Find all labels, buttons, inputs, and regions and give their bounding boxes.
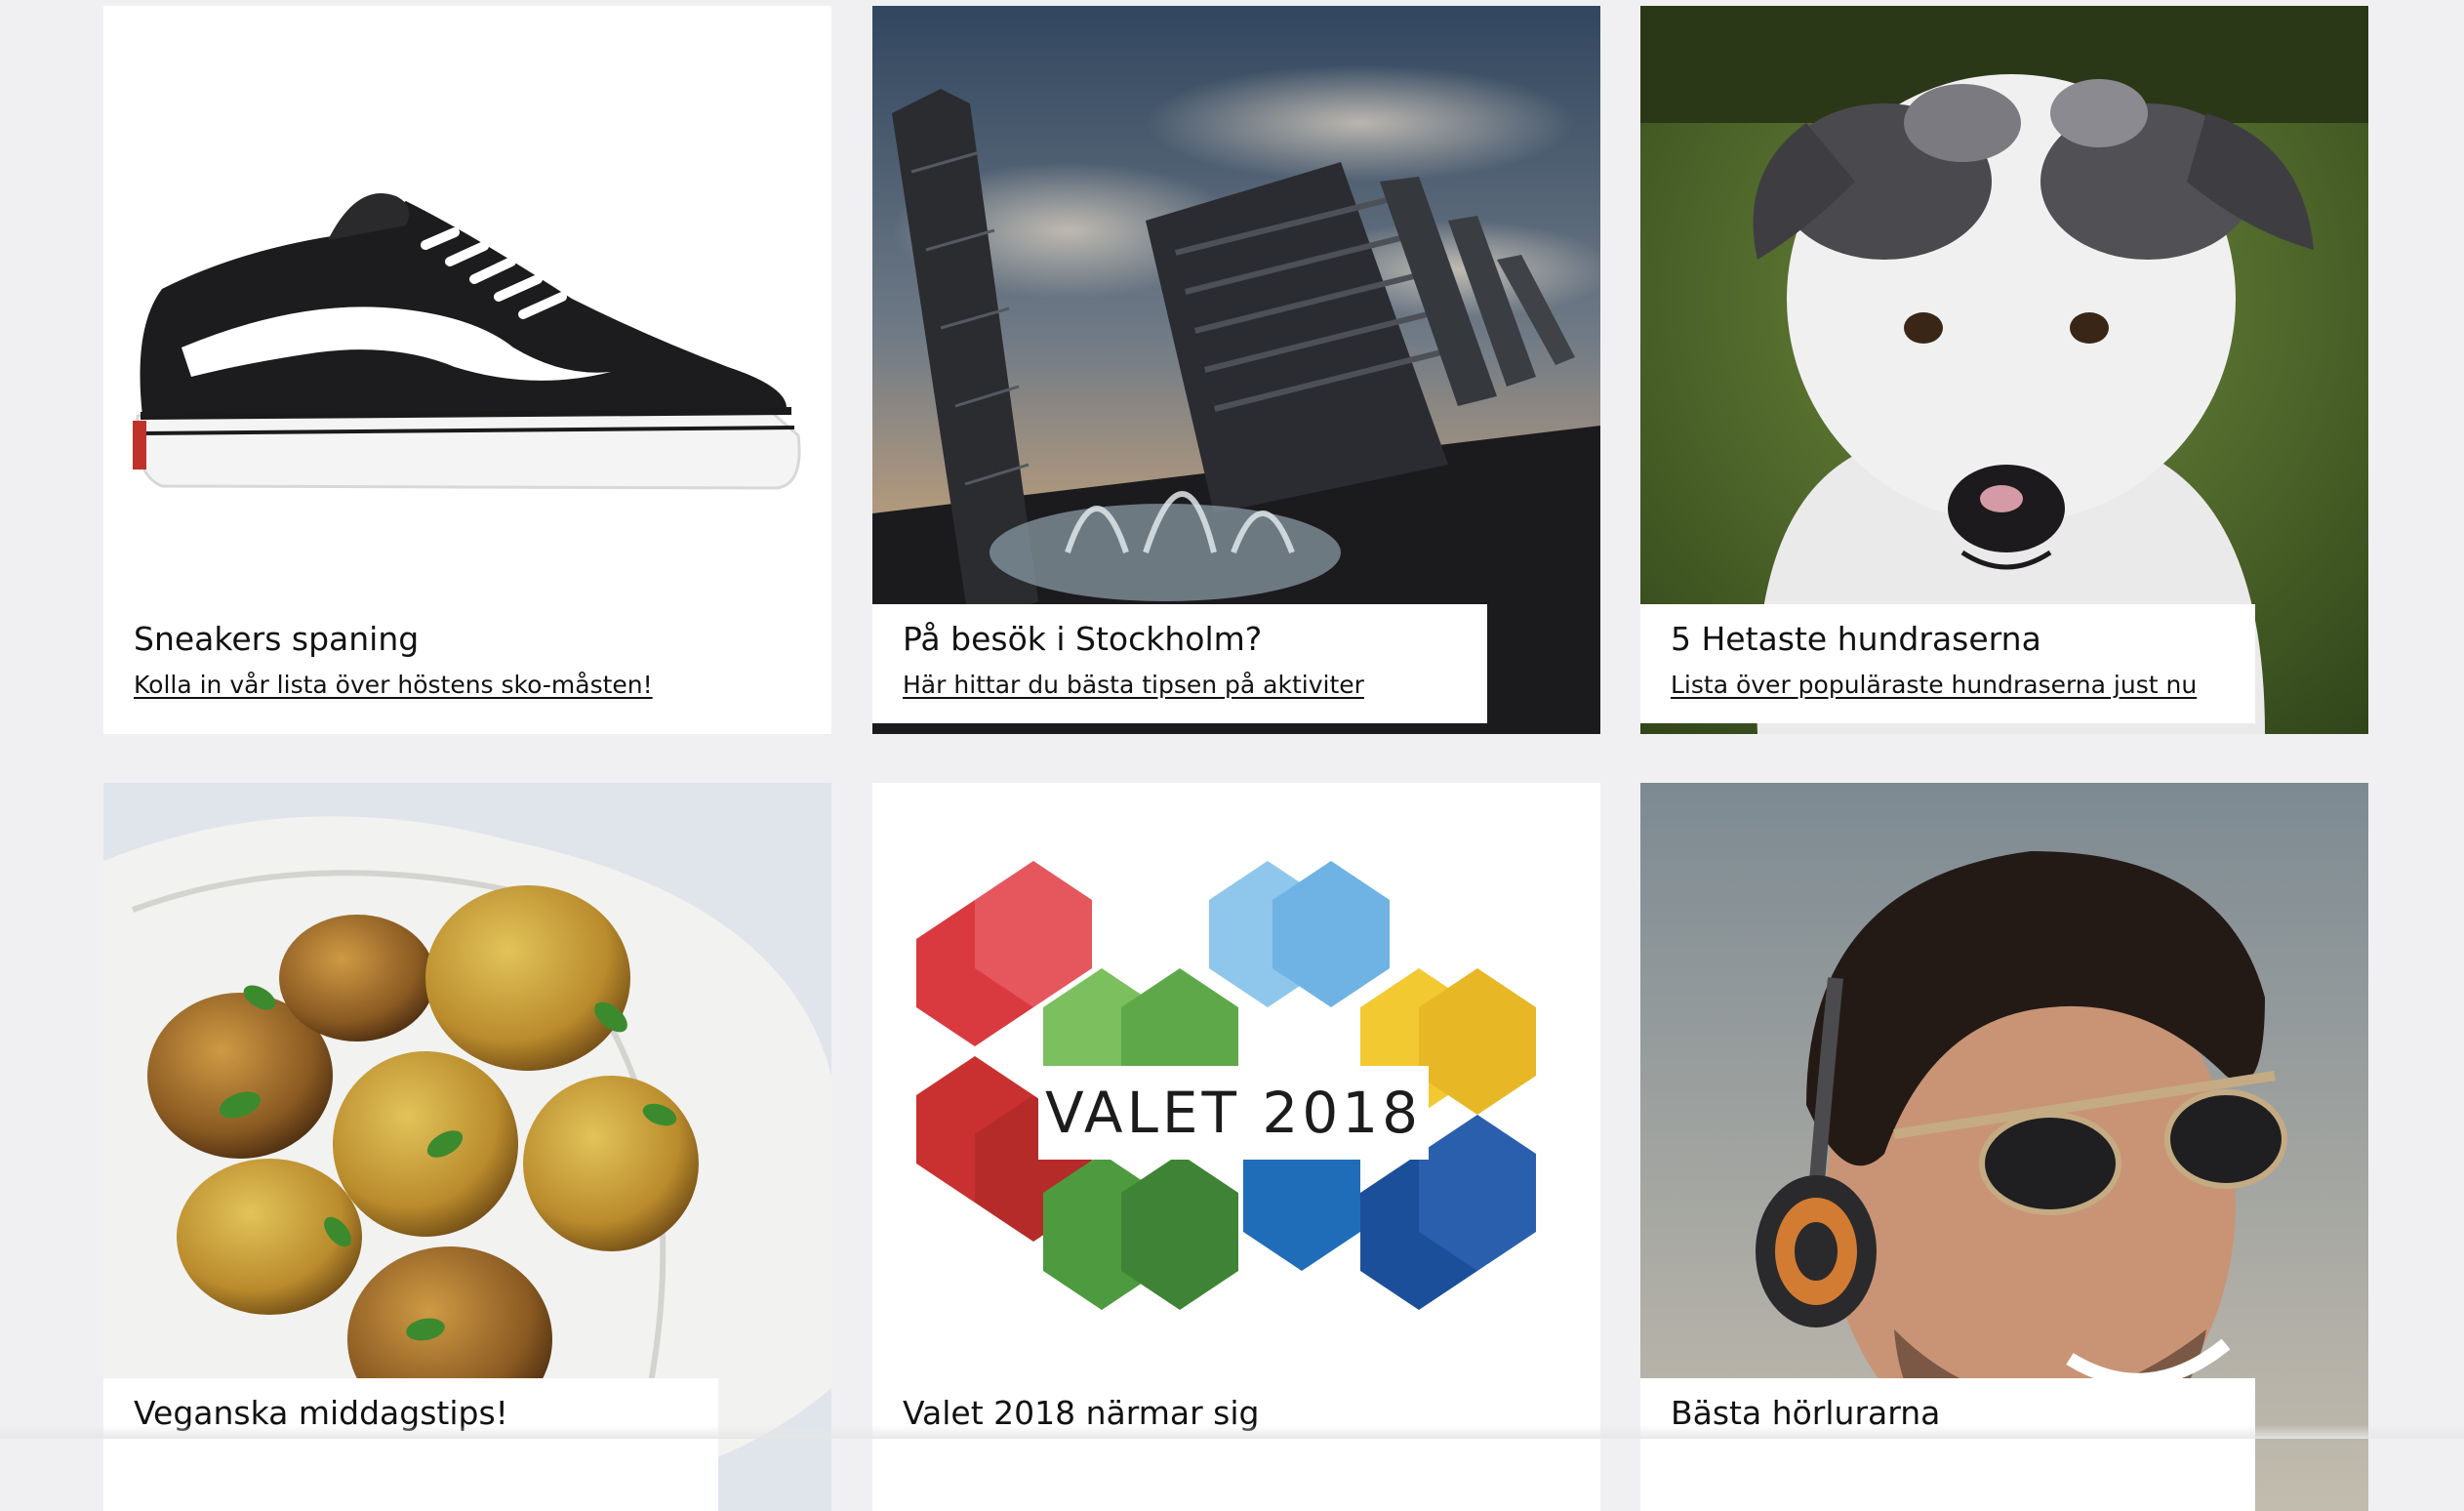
card-link[interactable]: Kolla in vår lista över höstens sko-måst… — [134, 671, 653, 699]
valet-badge: VALET 2018 — [1038, 1066, 1429, 1160]
card-sneakers[interactable]: Sneakers spaning Kolla in vår lista över… — [103, 6, 831, 734]
card-caption: Valet 2018 närmar sig — [872, 1378, 1600, 1511]
card-caption: Veganska middagstips! — [103, 1378, 718, 1511]
card-vegan[interactable]: Veganska middagstips! — [103, 783, 831, 1511]
card-caption: 5 Hetaste hundraserna Lista över populär… — [1640, 604, 2255, 723]
card-title: Sneakers spaning — [134, 620, 420, 658]
card-stockholm[interactable]: På besök i Stockholm? Här hittar du bäst… — [872, 6, 1600, 734]
card-link[interactable]: Här hittar du bästa tipsen på aktiviter — [903, 671, 1364, 699]
card-caption: Sneakers spaning Kolla in vår lista över… — [103, 604, 831, 723]
card-dogs[interactable]: 5 Hetaste hundraserna Lista över populär… — [1640, 6, 2368, 734]
card-caption: Bästa hörlurarna — [1640, 1378, 2255, 1511]
card-link[interactable]: Lista över populäraste hundraserna just … — [1671, 671, 2197, 699]
card-caption: På besök i Stockholm? Här hittar du bäst… — [872, 604, 1487, 723]
bottom-fade — [0, 1425, 2464, 1439]
card-title: På besök i Stockholm? — [903, 620, 1263, 658]
card-headphones[interactable]: Bästa hörlurarna — [1640, 783, 2368, 1511]
card-election[interactable]: VALET 2018 Valet 2018 närmar sig — [872, 783, 1600, 1511]
card-title: 5 Hetaste hundraserna — [1671, 620, 2041, 658]
